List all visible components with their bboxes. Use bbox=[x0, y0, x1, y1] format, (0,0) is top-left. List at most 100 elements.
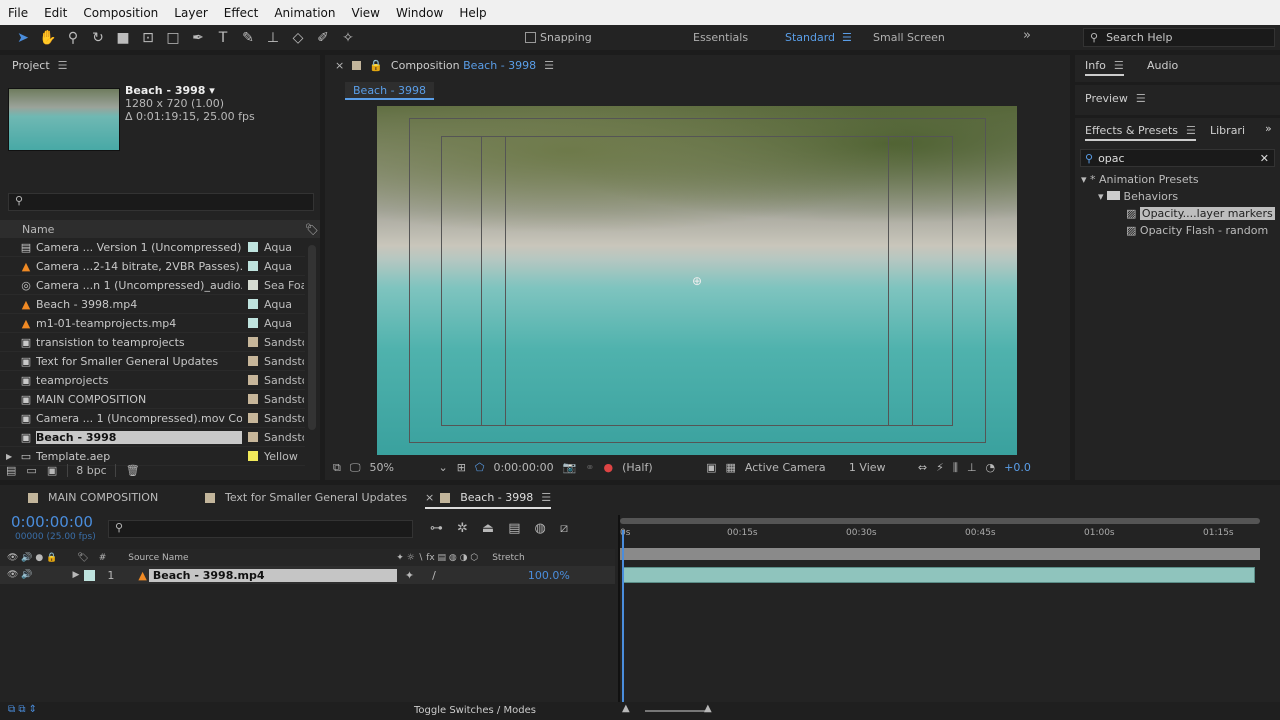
color-channels-icon[interactable]: ● bbox=[604, 461, 614, 474]
project-item[interactable]: ▣ transistion to teamprojects Sandstone bbox=[0, 333, 305, 352]
panel-menu-icon[interactable]: ☰ bbox=[544, 59, 554, 72]
brush-tool-icon[interactable]: ✎ bbox=[237, 28, 259, 48]
hand-tool-icon[interactable]: ✋ bbox=[37, 28, 59, 48]
project-item[interactable]: ▲ Camera ...2-14 bitrate, 2VBR Passes).mp… bbox=[0, 257, 305, 276]
composition-tab[interactable]: × 🔒 Composition Beach - 3998 ☰ bbox=[335, 59, 554, 72]
anchor-point-icon[interactable]: ⊕ bbox=[692, 274, 702, 288]
label-swatch[interactable] bbox=[248, 318, 258, 328]
layer-duration-bar[interactable] bbox=[623, 567, 1255, 583]
label-swatch[interactable] bbox=[248, 375, 258, 385]
pen-tool-icon[interactable]: ✒ bbox=[187, 28, 209, 48]
menu-view[interactable]: View bbox=[344, 6, 388, 20]
quality-switch-icon[interactable]: / bbox=[432, 569, 436, 582]
bpc-button[interactable]: 8 bpc bbox=[67, 463, 116, 477]
project-item[interactable]: ▣ Beach - 3998 Sandstone bbox=[0, 428, 305, 447]
mask-visibility-icon[interactable]: ⬠ bbox=[475, 461, 485, 474]
shy-switch-icon[interactable]: ✦ bbox=[405, 569, 414, 582]
more-workspaces-icon[interactable]: » bbox=[1023, 28, 1031, 43]
project-item[interactable]: ▣ MAIN COMPOSITION Sandstone bbox=[0, 390, 305, 409]
layer-row[interactable]: 👁 🔊 ▶ 1 ▲ Beach - 3998.mp4 ✦ / 100.0% bbox=[0, 566, 615, 584]
chevron-down-icon[interactable]: ⌄ bbox=[438, 461, 447, 474]
workspace-small-screen[interactable]: Small Screen bbox=[873, 31, 945, 44]
timeline-tab-main[interactable]: MAIN COMPOSITION bbox=[28, 491, 158, 504]
menu-help[interactable]: Help bbox=[451, 6, 494, 20]
zoom-tool-icon[interactable]: ⚲ bbox=[62, 28, 84, 48]
layer-stretch-value[interactable]: 100.0% bbox=[528, 569, 570, 582]
project-item[interactable]: ▲ Beach - 3998.mp4 Aqua bbox=[0, 295, 305, 314]
tree-animation-presets[interactable]: ▾ * Animation Presets bbox=[1081, 171, 1275, 188]
tab-preview[interactable]: Preview ☰ bbox=[1085, 92, 1146, 105]
tab-info[interactable]: Info ☰ bbox=[1085, 59, 1124, 76]
menu-layer[interactable]: Layer bbox=[166, 6, 215, 20]
menu-animation[interactable]: Animation bbox=[266, 6, 343, 20]
project-search-input[interactable]: ⚲ bbox=[8, 193, 314, 211]
label-swatch[interactable] bbox=[248, 280, 258, 290]
toggle-pixel-aspect-icon[interactable]: ⇔ bbox=[918, 461, 927, 474]
zoom-slider[interactable] bbox=[645, 710, 705, 712]
lock-icon[interactable]: 🔒 bbox=[369, 59, 383, 72]
label-swatch[interactable] bbox=[248, 394, 258, 404]
label-tag-icon[interactable]: 🏷 bbox=[305, 223, 319, 236]
menu-file[interactable]: File bbox=[0, 6, 36, 20]
column-source-name[interactable]: Source Name bbox=[128, 553, 396, 563]
project-panel-title[interactable]: Project ☰ bbox=[12, 59, 68, 72]
project-scrollbar[interactable] bbox=[308, 245, 316, 430]
project-item[interactable]: ◎ Camera ...n 1 (Uncompressed)_audio.wav S… bbox=[0, 276, 305, 295]
clear-search-icon[interactable]: ✕ bbox=[1260, 152, 1269, 165]
timeline-search-input[interactable]: ⚲ bbox=[108, 520, 413, 538]
frame-blending-icon[interactable]: ▤ bbox=[508, 521, 520, 536]
trash-icon[interactable]: 🗑 bbox=[126, 464, 140, 477]
viewer-timecode[interactable]: 0:00:00:00 bbox=[493, 461, 553, 474]
snapping-checkbox[interactable] bbox=[525, 32, 536, 43]
snapshot-camera-icon[interactable]: 📷 bbox=[563, 461, 577, 474]
new-composition-icon[interactable]: ▣ bbox=[47, 464, 57, 477]
timeline-tab-beach[interactable]: × Beach - 3998 ☰ bbox=[425, 491, 552, 509]
shy-layers-icon[interactable]: ⏏ bbox=[482, 521, 494, 536]
menu-composition[interactable]: Composition bbox=[75, 6, 166, 20]
effects-search-input[interactable]: ⚲ opac ✕ bbox=[1080, 149, 1275, 167]
current-time-display[interactable]: 0:00:00:00 bbox=[11, 513, 93, 531]
more-panels-icon[interactable]: » bbox=[1265, 122, 1272, 135]
new-folder-icon[interactable]: ▭ bbox=[26, 464, 36, 477]
layer-label-swatch[interactable] bbox=[84, 569, 96, 581]
comp-breadcrumb[interactable]: Beach - 3998 bbox=[345, 82, 435, 100]
label-swatch[interactable] bbox=[248, 261, 258, 271]
toggle-switches-modes-button[interactable]: Toggle Switches / Modes bbox=[414, 705, 536, 716]
layer-name[interactable]: Beach - 3998.mp4 bbox=[148, 568, 397, 582]
region-of-interest-icon[interactable]: ▣ bbox=[706, 461, 716, 474]
label-swatch[interactable] bbox=[248, 299, 258, 309]
fast-previews-icon[interactable]: ⚡ bbox=[936, 461, 944, 474]
column-name[interactable]: Name bbox=[22, 223, 247, 236]
rectangle-tool-icon[interactable]: □ bbox=[162, 28, 184, 48]
tree-behaviors-folder[interactable]: ▾ Behaviors bbox=[1081, 188, 1275, 205]
magnification-dropdown[interactable]: 50% bbox=[369, 461, 429, 474]
workspace-menu-icon[interactable]: ☰ bbox=[842, 31, 852, 44]
project-item[interactable]: ▣ Text for Smaller General Updates Sandsto… bbox=[0, 352, 305, 371]
toggle-panes-icons[interactable]: ⧉ ⧉ ⇕ bbox=[8, 704, 37, 715]
preset-item[interactable]: ▨ Opacity....layer markers bbox=[1081, 205, 1275, 222]
timeline-tab-text[interactable]: Text for Smaller General Updates bbox=[205, 491, 407, 504]
flowchart-icon[interactable]: ⊥ bbox=[967, 461, 977, 474]
interpret-footage-icon[interactable]: ▤ bbox=[6, 464, 16, 477]
timeline-icon[interactable]: ⫼ bbox=[953, 461, 958, 475]
tab-effects-presets[interactable]: Effects & Presets ☰ bbox=[1085, 124, 1196, 141]
exposure-value[interactable]: +0.0 bbox=[1004, 461, 1031, 474]
show-snapshot-icon[interactable]: ⚭ bbox=[585, 461, 594, 474]
tab-audio[interactable]: Audio bbox=[1147, 59, 1178, 72]
workspace-essentials[interactable]: Essentials bbox=[693, 31, 748, 44]
selection-tool-icon[interactable]: ➤ bbox=[12, 28, 34, 48]
playhead[interactable] bbox=[622, 530, 624, 705]
zoom-in-icon[interactable]: ▲ bbox=[704, 703, 712, 714]
work-area-range[interactable] bbox=[620, 548, 1260, 560]
clone-stamp-icon[interactable]: ⊥ bbox=[262, 28, 284, 48]
pan-behind-tool-icon[interactable]: ⊡ bbox=[137, 28, 159, 48]
project-item[interactable]: ▤ Camera ... Version 1 (Uncompressed).mov… bbox=[0, 238, 305, 257]
comp-flowchart-icon[interactable]: ⊶ bbox=[430, 521, 443, 536]
menu-edit[interactable]: Edit bbox=[36, 6, 75, 20]
reset-exposure-icon[interactable]: ◔ bbox=[986, 461, 996, 474]
puppet-pin-icon[interactable]: ✧ bbox=[337, 28, 359, 48]
label-swatch[interactable] bbox=[248, 337, 258, 347]
composition-frame[interactable]: ⊕ bbox=[377, 106, 1017, 455]
label-swatch[interactable] bbox=[248, 242, 258, 252]
menu-window[interactable]: Window bbox=[388, 6, 451, 20]
